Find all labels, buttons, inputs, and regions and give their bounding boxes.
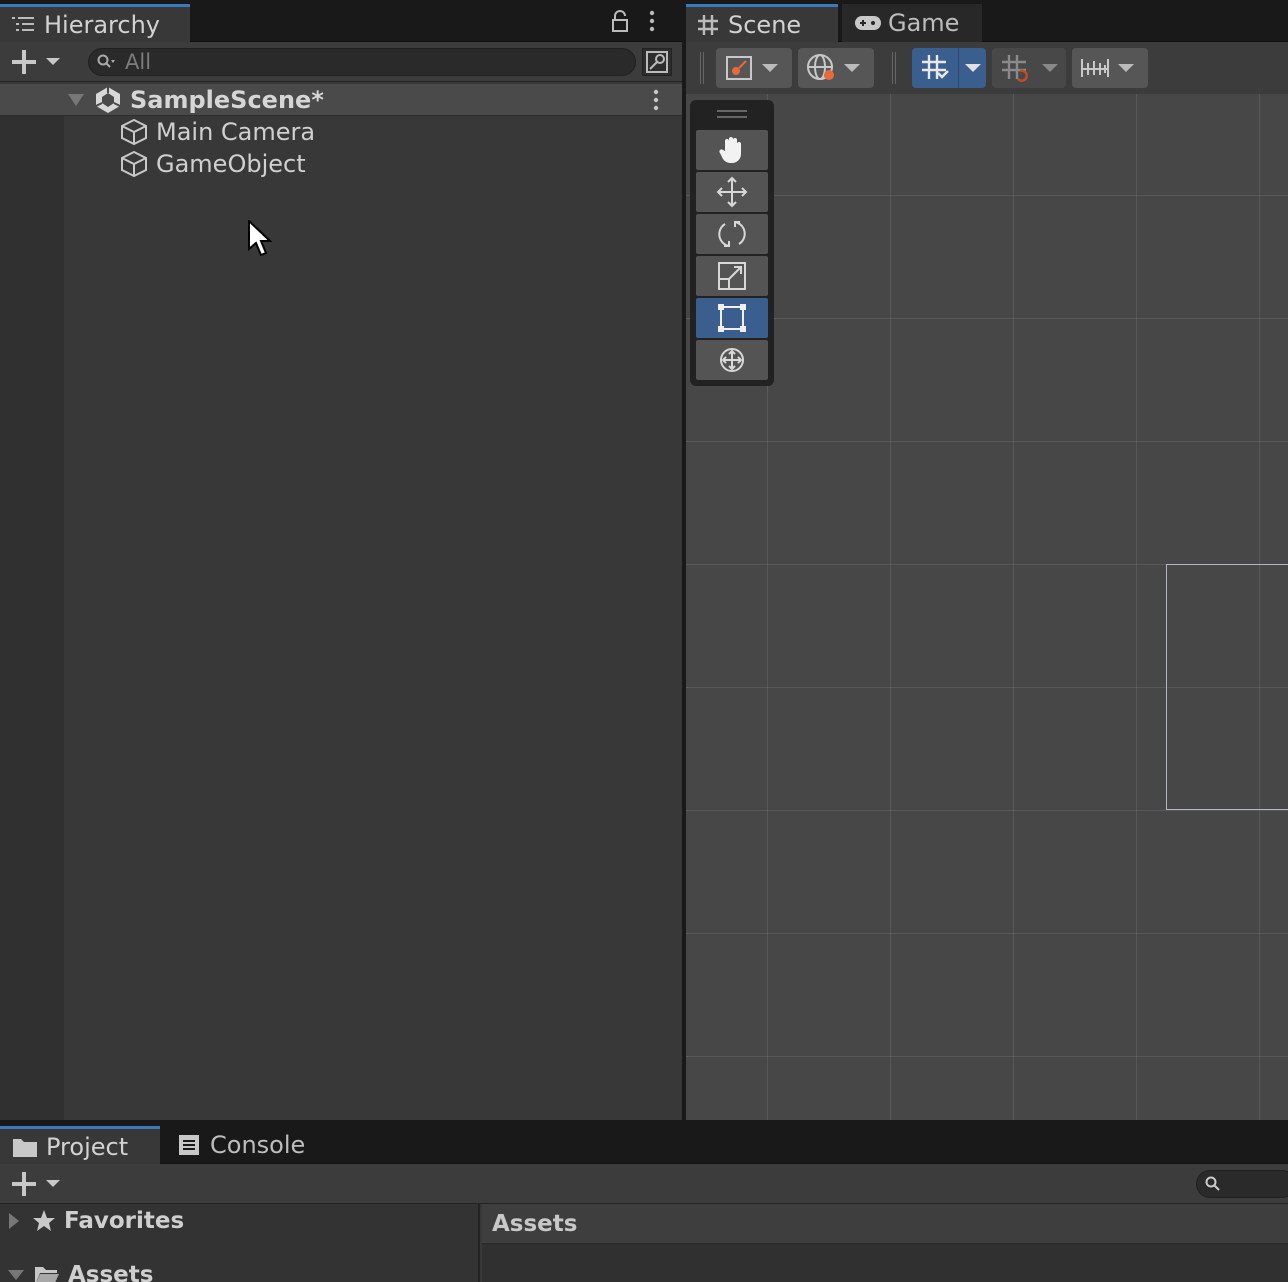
chevron-down-icon [1042,63,1058,73]
star-icon [32,1209,56,1233]
ruler-icon [1080,55,1110,81]
hierarchy-list-icon [12,16,34,34]
ruler-dropdown[interactable] [1072,48,1148,88]
hand-icon [717,135,747,165]
transform-icon [716,344,748,376]
project-toolbar [0,1164,1288,1204]
create-add-button[interactable] [12,1172,64,1196]
search-icon [97,54,117,70]
move-arrows-icon [716,176,748,208]
increment-snap-dropdown[interactable] [992,48,1066,88]
tab-console-label: Console [210,1131,306,1159]
hierarchy-toolbar: All [0,42,682,82]
scale-icon [717,261,747,291]
move-tool-button[interactable] [696,172,768,212]
hand-tool-button[interactable] [696,130,768,170]
scene-grid-icon [698,14,718,35]
tab-hierarchy[interactable]: Hierarchy [0,4,190,42]
scene-name: SampleScene* [130,85,324,114]
tab-console[interactable]: Console [166,1126,316,1164]
scene-tabbar: Scene Game [686,0,1288,42]
search-placeholder: All [125,50,152,74]
split-divider [958,48,959,88]
gameobject-cube-icon [120,118,148,146]
tab-game[interactable]: Game [842,4,982,42]
canvas-rect-outline[interactable] [1166,564,1288,810]
tools-overlay [690,100,774,386]
project-folder-tree: Favorites Assets [0,1204,480,1282]
scene-row[interactable]: SampleScene* [0,84,682,116]
tab-scene-label: Scene [728,10,802,39]
console-icon [178,1134,200,1156]
hierarchy-item-main-camera[interactable]: Main Camera [120,116,315,148]
chevron-down-icon [762,63,778,73]
toolbar-grip [892,52,896,84]
rotate-icon [716,218,748,250]
draw-mode-dropdown[interactable] [716,48,792,88]
gameobject-cube-icon [120,150,148,178]
favorites-label: Favorites [64,1208,185,1234]
assets-header-label[interactable]: Assets [492,1211,577,1237]
scale-tool-button[interactable] [696,256,768,296]
hierarchy-item-gameobject[interactable]: GameObject [120,148,306,180]
collapse-arrow-icon[interactable] [8,1269,24,1281]
rotate-tool-button[interactable] [696,214,768,254]
hierarchy-search-input[interactable]: All [88,48,636,76]
lock-icon[interactable] [610,10,630,32]
hierarchy-panel: Hierarchy All SampleScene* Main Camera G… [0,0,682,1120]
assets-folder-label: Assets [68,1262,154,1282]
scene-panel: Scene Game [686,0,1288,1120]
tab-hierarchy-label: Hierarchy [44,10,161,39]
rect-tool-button[interactable] [696,298,768,338]
expand-arrow-icon[interactable] [8,1213,20,1229]
chevron-down-icon [844,63,860,73]
tab-project-label: Project [46,1132,129,1161]
scene-toolbar [686,42,1288,94]
more-options-icon[interactable] [648,10,656,32]
chevron-down-icon[interactable] [965,63,981,73]
assets-breadcrumb: Assets [482,1204,1288,1244]
create-add-button[interactable] [12,50,64,74]
grid-snap-icon [920,53,950,83]
overlay-drag-handle[interactable] [717,110,747,118]
hierarchy-tabbar: Hierarchy [0,0,682,42]
favorites-row[interactable]: Favorites [8,1206,184,1236]
toolbar-grip [700,52,704,84]
scene-search-icon[interactable] [642,48,672,76]
grid-snapping-toggle[interactable] [912,48,986,88]
folder-icon [12,1136,38,1158]
hierarchy-item-label: Main Camera [156,118,316,146]
increment-snap-icon [1000,53,1030,83]
project-tabbar: Project Console [0,1122,1288,1164]
hierarchy-item-label: GameObject [156,150,306,178]
folder-open-icon [34,1264,60,1282]
tab-scene[interactable]: Scene [686,4,838,42]
hierarchy-gutter [0,116,64,1120]
assets-folder-row[interactable]: Assets [8,1260,153,1282]
project-content-pane: Assets [482,1204,1288,1282]
scene-more-icon[interactable] [652,89,660,111]
globe-icon [806,53,836,83]
rect-transform-icon [717,303,747,333]
transform-tool-button[interactable] [696,340,768,380]
search-icon [1205,1176,1221,1192]
tab-game-label: Game [888,9,960,37]
draw-mode-icon [724,53,754,83]
chevron-down-icon [1118,63,1134,73]
gamepad-icon [854,14,882,32]
unity-scene-icon [94,86,122,114]
collapse-arrow-icon[interactable] [68,93,84,107]
mouse-cursor-icon [248,220,272,258]
project-search-input[interactable] [1196,1170,1288,1198]
scene-visibility-dropdown[interactable] [798,48,874,88]
tab-project[interactable]: Project [0,1126,160,1164]
project-panel: Project Console Favorites Assets Assets [0,1122,1288,1282]
